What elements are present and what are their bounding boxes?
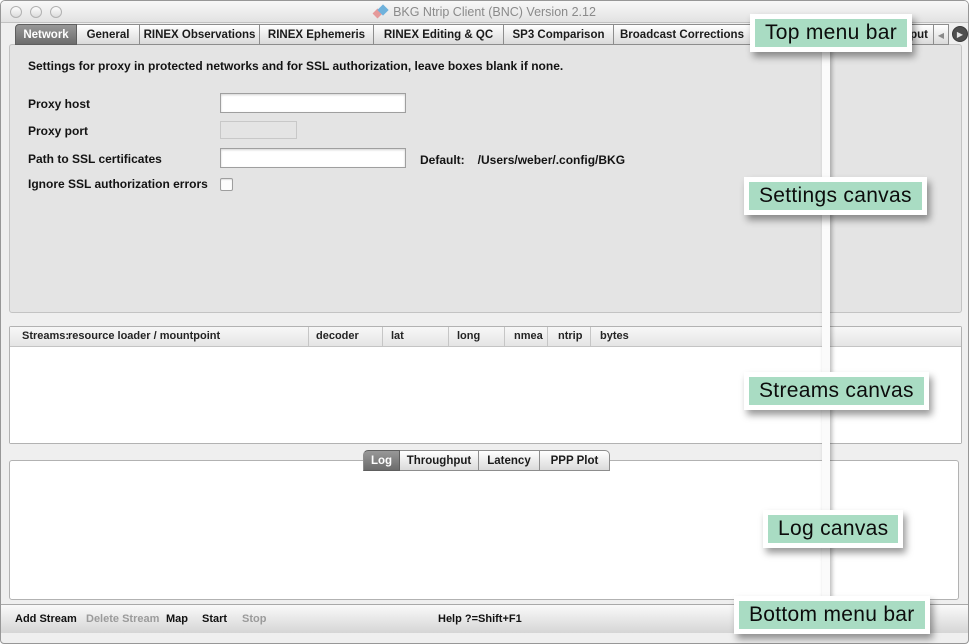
delete-stream-button: Delete Stream	[86, 613, 159, 625]
ssl-certificates-label: Path to SSL certificates	[28, 152, 162, 166]
tab-broadcast-corrections[interactable]: Broadcast Corrections	[614, 24, 751, 45]
tab-throughput[interactable]: Throughput	[400, 450, 479, 471]
start-button[interactable]: Start	[202, 613, 227, 625]
tab-general[interactable]: General	[77, 24, 140, 45]
tab-scroll-right-icon[interactable]: ▶	[952, 26, 968, 42]
annotation-streams-canvas: Streams canvas	[744, 372, 929, 410]
column-bytes[interactable]: bytes	[600, 330, 629, 342]
annotation-settings-canvas: Settings canvas	[744, 177, 927, 215]
column-resource-loader-mountpoint[interactable]: resource loader / mountpoint	[68, 330, 220, 342]
settings-intro-text: Settings for proxy in protected networks…	[28, 59, 563, 73]
add-stream-button[interactable]: Add Stream	[15, 613, 77, 625]
ssl-certificates-input[interactable]	[220, 148, 406, 168]
streams-label: Streams:	[22, 330, 69, 342]
tab-latency[interactable]: Latency	[479, 450, 540, 471]
close-button[interactable]	[10, 6, 22, 18]
streams-table-header: Streams: resource loader / mountpoint de…	[10, 327, 961, 347]
proxy-port-label: Proxy port	[28, 124, 88, 138]
default-path: /Users/weber/.config/BKG	[478, 153, 625, 167]
traffic-lights	[10, 6, 62, 18]
tab-rinex-observations[interactable]: RINEX Observations	[140, 24, 260, 45]
proxy-host-label: Proxy host	[28, 97, 90, 111]
tab-scroll-left-icon[interactable]: ◀	[934, 24, 949, 45]
proxy-host-input[interactable]	[220, 93, 406, 113]
tab-ppp-plot[interactable]: PPP Plot	[540, 450, 610, 471]
ignore-ssl-errors-checkbox[interactable]	[220, 178, 233, 191]
tab-rinex-ephemeris[interactable]: RINEX Ephemeris	[260, 24, 374, 45]
default-label: Default:	[420, 153, 465, 167]
column-nmea[interactable]: nmea	[514, 330, 543, 342]
annotation-bottom-menu-bar: Bottom menu bar	[734, 596, 930, 634]
annotation-top-menu-bar: Top menu bar	[750, 14, 912, 52]
tab-network[interactable]: Network	[15, 24, 77, 45]
column-ntrip[interactable]: ntrip	[558, 330, 582, 342]
log-tab-bar: Log Throughput Latency PPP Plot	[363, 450, 610, 471]
ssl-default-note: Default: /Users/weber/.config/BKG	[420, 153, 625, 167]
ignore-ssl-errors-label: Ignore SSL authorization errors	[28, 177, 208, 191]
annotation-log-canvas: Log canvas	[763, 510, 903, 548]
column-decoder[interactable]: decoder	[316, 330, 359, 342]
column-long[interactable]: long	[457, 330, 480, 342]
stop-button: Stop	[242, 613, 266, 625]
window-title: BKG Ntrip Client (BNC) Version 2.12	[393, 5, 596, 19]
help-shortcut-text: Help ?=Shift+F1	[438, 613, 522, 625]
minimize-button[interactable]	[30, 6, 42, 18]
map-button[interactable]: Map	[166, 613, 188, 625]
bnc-app-icon	[373, 5, 388, 19]
proxy-port-input	[220, 121, 297, 139]
tab-sp3-comparison[interactable]: SP3 Comparison	[504, 24, 614, 45]
tab-log[interactable]: Log	[363, 450, 400, 471]
column-lat[interactable]: lat	[391, 330, 404, 342]
zoom-button[interactable]	[50, 6, 62, 18]
tab-rinex-editing-qc[interactable]: RINEX Editing & QC	[374, 24, 504, 45]
